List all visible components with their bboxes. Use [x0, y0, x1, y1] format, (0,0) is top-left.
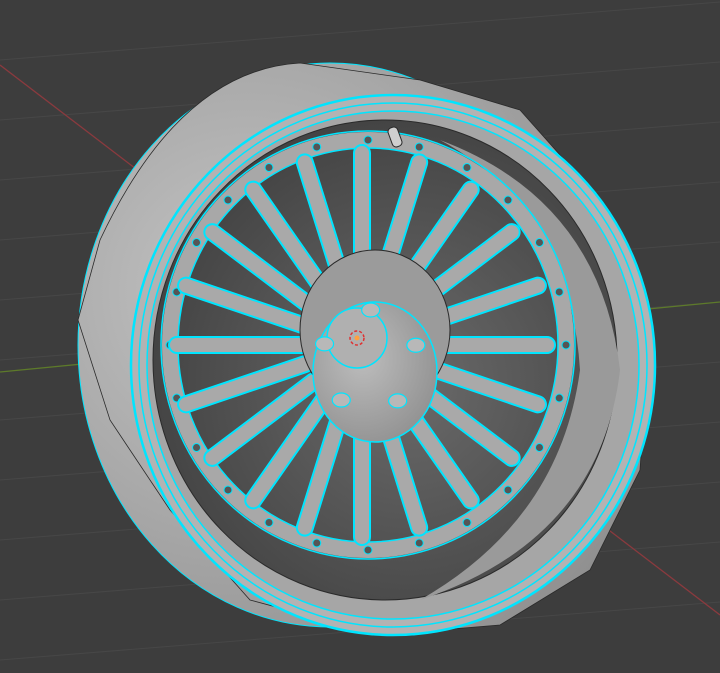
rim-bolt: [223, 195, 233, 205]
rim-bolt: [462, 162, 472, 172]
rim-bolt: [561, 340, 571, 350]
lug-nut: [388, 393, 408, 409]
rim-bolt: [534, 238, 544, 247]
lug-nut: [361, 302, 381, 318]
rim-bolt: [414, 142, 424, 152]
lug-nut: [314, 336, 335, 352]
rim-bolt: [312, 538, 322, 548]
rim-bolt: [312, 142, 322, 152]
rim-bolt: [554, 393, 564, 403]
rim-bolt: [462, 518, 472, 528]
3d-viewport[interactable]: [0, 0, 720, 673]
rim-bolt: [534, 443, 544, 452]
rim-bolt: [554, 287, 564, 297]
lug-nut: [406, 337, 426, 353]
rim-bolt: [192, 238, 202, 247]
rim-bolt: [223, 485, 233, 495]
rim-bolt: [264, 518, 274, 528]
lug-nut: [331, 392, 351, 408]
rim-bolt: [363, 545, 373, 555]
rim-bolt: [264, 162, 274, 172]
grid-line: [0, 1, 720, 61]
rim-bolt: [414, 538, 424, 548]
rim-bolt: [503, 485, 513, 495]
wheel-mesh[interactable]: [77, 62, 657, 637]
rim-bolt: [363, 135, 373, 145]
rim-bolt: [192, 443, 202, 452]
viewport-canvas[interactable]: [0, 0, 720, 673]
rim-bolt: [503, 195, 513, 205]
